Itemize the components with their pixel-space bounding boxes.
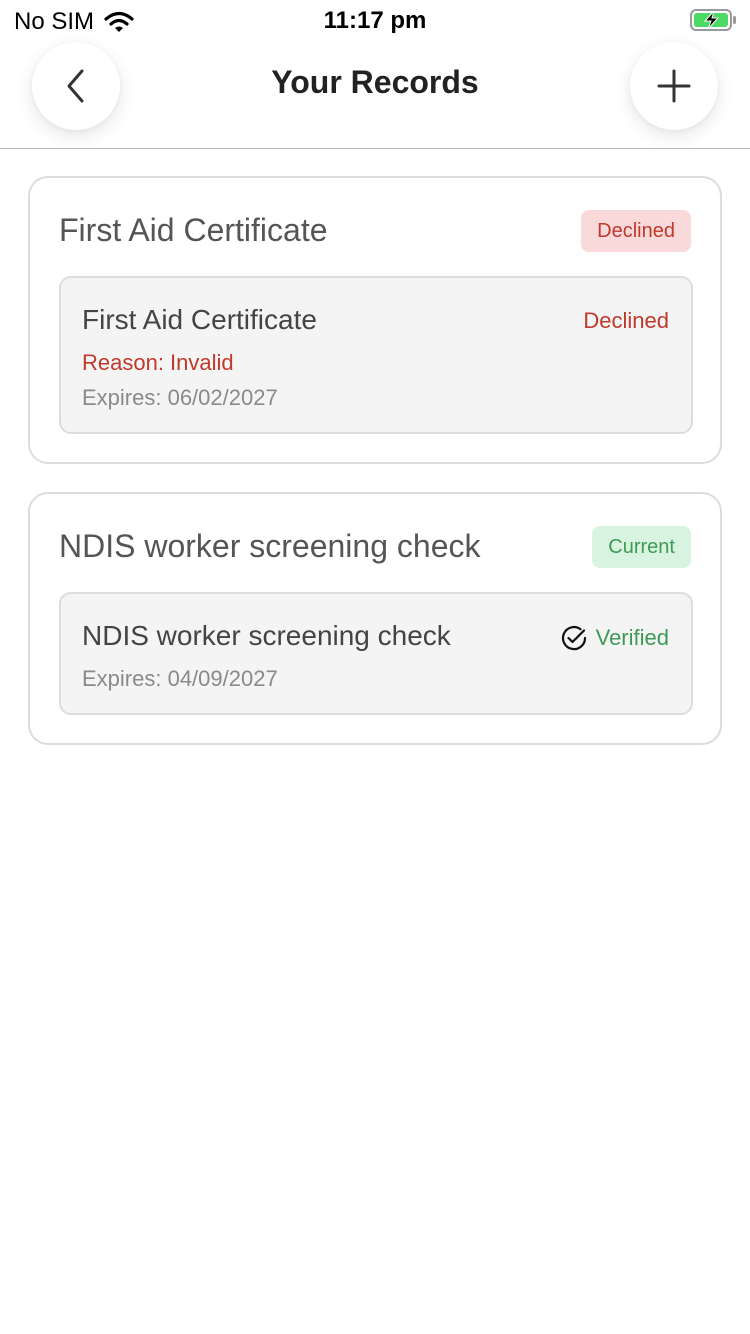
- status-bar: No SIM 11:17 pm: [0, 0, 750, 42]
- battery-charging-icon: [690, 9, 736, 31]
- record-title: NDIS worker screening check: [59, 528, 481, 564]
- expiry-date: Expires: 04/09/2027: [82, 666, 278, 691]
- record-item-title: First Aid Certificate: [82, 304, 317, 335]
- status-badge-declined: Declined: [581, 210, 691, 252]
- record-card-first-aid[interactable]: First Aid Certificate Declined First Aid…: [28, 176, 722, 464]
- record-item-first-aid[interactable]: First Aid Certificate Declined Reason: I…: [59, 276, 693, 434]
- record-card-ndis[interactable]: NDIS worker screening check Current NDIS…: [28, 492, 722, 745]
- record-item-title: NDIS worker screening check: [82, 620, 451, 651]
- status-badge-current: Current: [592, 526, 691, 568]
- navigation-header: Your Records: [0, 42, 750, 149]
- record-item-status: Declined: [583, 308, 669, 333]
- verified-label: Verified: [595, 625, 669, 650]
- record-title: First Aid Certificate: [59, 212, 328, 248]
- expiry-date: Expires: 06/02/2027: [82, 385, 278, 410]
- check-circle-icon: [561, 626, 586, 651]
- status-time: 11:17 pm: [323, 7, 427, 34]
- decline-reason: Reason: Invalid: [82, 350, 234, 375]
- record-item-status: Verified: [560, 624, 669, 652]
- add-record-button[interactable]: [630, 42, 718, 130]
- record-item-ndis[interactable]: NDIS worker screening check Verified Exp…: [59, 592, 693, 715]
- plus-icon: [657, 69, 691, 103]
- screen: No SIM 11:17 pm Your Records First Aid C…: [0, 0, 750, 1334]
